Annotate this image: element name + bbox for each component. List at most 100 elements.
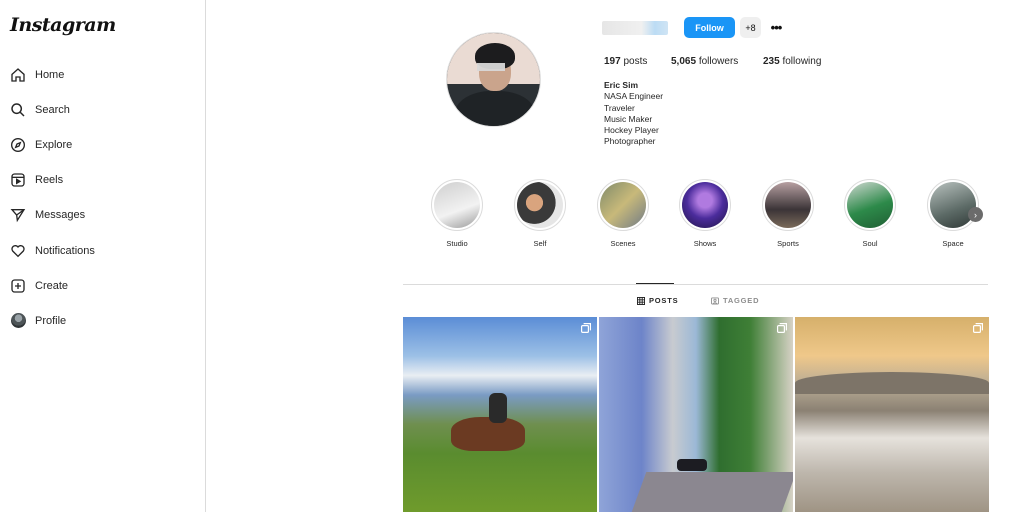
tab-label: TAGGED [723,296,760,305]
send-icon [10,207,26,223]
more-options-button[interactable]: ••• [767,17,785,38]
avatar-icon [10,313,26,329]
highlight-label: Soul [862,239,878,248]
tab-label: POSTS [649,296,679,305]
multiple-photos-icon [777,323,787,333]
followers-count: 5,065 [671,56,697,67]
tabs-divider [403,284,988,285]
highlight-label: Studio [446,239,468,248]
plus-square-icon [10,278,26,294]
highlight-label: Self [533,239,547,248]
sidebar: Instagram Home Search Explore Reels Mess… [0,0,206,512]
bio-line: Traveler [604,102,635,113]
post-image-hill [795,372,989,394]
highlight-self[interactable]: Self [514,179,566,248]
username-redacted [602,21,668,35]
sidebar-item-explore[interactable]: Explore [0,127,205,162]
posts-stat: 197 posts [604,56,647,67]
posts-count: 197 [604,56,621,67]
following-stat[interactable]: 235 following [763,56,821,67]
highlight-scenes[interactable]: Scenes [597,179,649,248]
highlight-image [434,182,480,228]
more-icon: ••• [770,20,783,35]
sidebar-item-label: Create [35,279,69,292]
multiple-photos-icon [973,323,983,333]
grid-icon [637,296,645,305]
post-thumbnail[interactable] [795,317,989,512]
sidebar-nav: Home Search Explore Reels Messages Notif… [0,57,205,339]
suggest-users-button[interactable]: +8 [740,17,761,38]
highlight-image [765,182,811,228]
highlight-ring [927,179,979,231]
highlight-ring [597,179,649,231]
followers-stat[interactable]: 5,065 followers [671,56,738,67]
sidebar-item-label: Reels [35,174,64,187]
bio-name: Eric Sim [604,80,639,90]
highlight-soul[interactable]: Soul [844,179,896,248]
posts-label: posts [623,56,648,67]
profile-picture[interactable] [446,32,541,127]
highlight-label: Scenes [610,239,636,248]
sidebar-item-label: Profile [35,314,67,327]
tab-posts[interactable]: POSTS [637,296,678,305]
post-image-road [631,472,793,512]
highlight-image [600,182,646,228]
following-label: following [782,56,822,67]
highlight-ring [514,179,566,231]
multiple-photos-icon [581,323,591,333]
highlight-label: Sports [777,239,799,248]
highlight-image [682,182,728,228]
compass-icon [10,137,26,153]
tab-tagged[interactable]: TAGGED [711,296,759,305]
sidebar-item-notifications[interactable]: Notifications [0,233,205,268]
highlight-ring [431,179,483,231]
avatar [10,313,26,329]
bio-line: Hockey Player [604,125,659,136]
post-image-horse [451,417,525,451]
post-image-rider [489,393,507,423]
sidebar-item-search[interactable]: Search [0,92,205,127]
tag-icon [711,297,719,305]
sidebar-item-label: Notifications [35,244,95,257]
sidebar-item-profile[interactable]: Profile [0,303,205,338]
follow-button[interactable]: Follow [684,17,735,38]
bio-line: NASA Engineer [604,91,664,102]
bio-line: Music Maker [604,113,653,124]
profile-picture-body [455,91,535,126]
sidebar-item-create[interactable]: Create [0,268,205,303]
reels-icon [10,172,26,188]
highlight-ring [762,179,814,231]
home-icon [10,67,26,83]
highlight-image [847,182,893,228]
highlight-shows[interactable]: Shows [679,179,731,248]
chevron-right-icon: › [974,209,977,220]
highlight-sports[interactable]: Sports [762,179,814,248]
heart-icon [10,243,26,259]
profile-bio: Eric Sim NASA Engineer Traveler Music Ma… [604,80,663,148]
profile-picture-blur [477,63,505,71]
highlight-image [930,182,976,228]
sidebar-item-home[interactable]: Home [0,57,205,92]
post-thumbnail[interactable] [599,317,793,512]
highlight-ring [844,179,896,231]
followers-label: followers [698,56,739,67]
highlight-studio[interactable]: Studio [431,179,483,248]
sidebar-item-label: Messages [35,209,86,222]
sidebar-item-messages[interactable]: Messages [0,198,205,233]
search-icon [10,102,26,118]
following-count: 235 [763,56,780,67]
post-image-car [677,459,707,471]
sidebar-item-reels[interactable]: Reels [0,163,205,198]
post-thumbnail[interactable] [403,317,597,512]
sidebar-item-label: Search [35,103,70,116]
sidebar-item-label: Explore [35,138,73,151]
highlight-ring [679,179,731,231]
highlight-label: Space [942,239,964,248]
bio-line: Photographer [604,136,656,147]
add-user-icon: +8 [745,22,756,33]
instagram-logo[interactable]: Instagram [10,14,116,36]
highlight-image [517,182,563,228]
highlights-next-button[interactable]: › [968,207,983,222]
active-tab-indicator [636,283,674,284]
highlight-label: Shows [693,239,717,248]
